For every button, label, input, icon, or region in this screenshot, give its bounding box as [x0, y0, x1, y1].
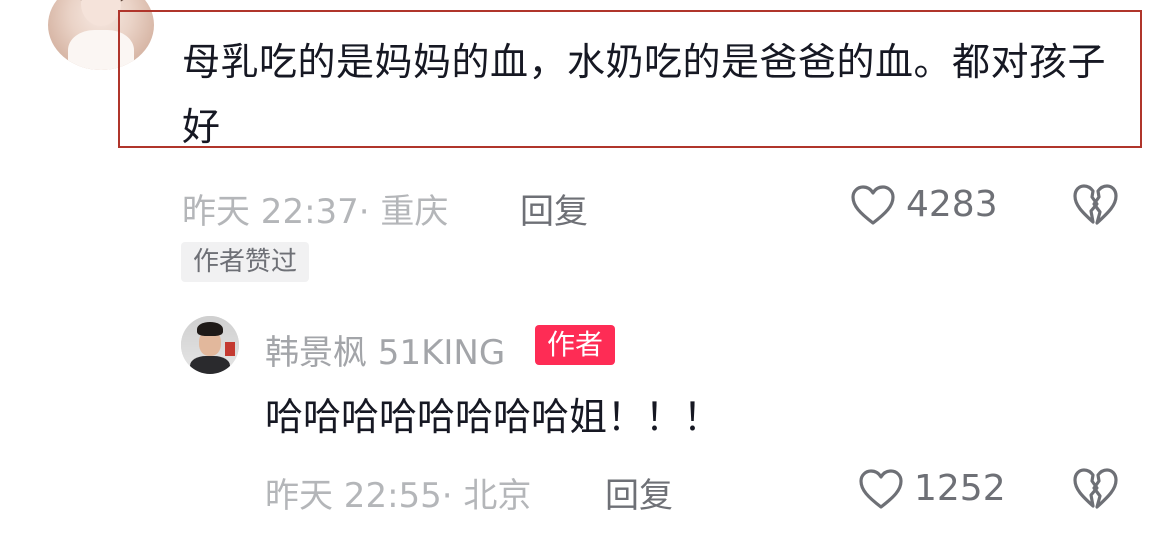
highlight-box: [118, 10, 1142, 148]
like-count: 4283: [906, 184, 998, 225]
like-count: 1252: [914, 468, 1006, 509]
heart-icon[interactable]: [858, 468, 904, 510]
author-badge: 作者: [535, 325, 616, 365]
author-liked-badge: 作者赞过: [181, 242, 310, 282]
reply-text: 哈哈哈哈哈哈哈哈姐！！！: [265, 395, 722, 439]
reply-meta: 昨天 22:55· 北京: [265, 476, 532, 516]
reply-button[interactable]: 回复: [520, 184, 588, 233]
reply-button[interactable]: 回复: [605, 468, 673, 517]
heart-icon[interactable]: [850, 184, 896, 226]
broken-heart-icon[interactable]: [1072, 183, 1118, 227]
reply-avatar[interactable]: [181, 316, 239, 374]
comment-meta: 昨天 22:37· 重庆: [182, 192, 449, 232]
broken-heart-icon[interactable]: [1072, 467, 1118, 511]
reply-username[interactable]: 韩景枫 51KING: [265, 325, 505, 374]
